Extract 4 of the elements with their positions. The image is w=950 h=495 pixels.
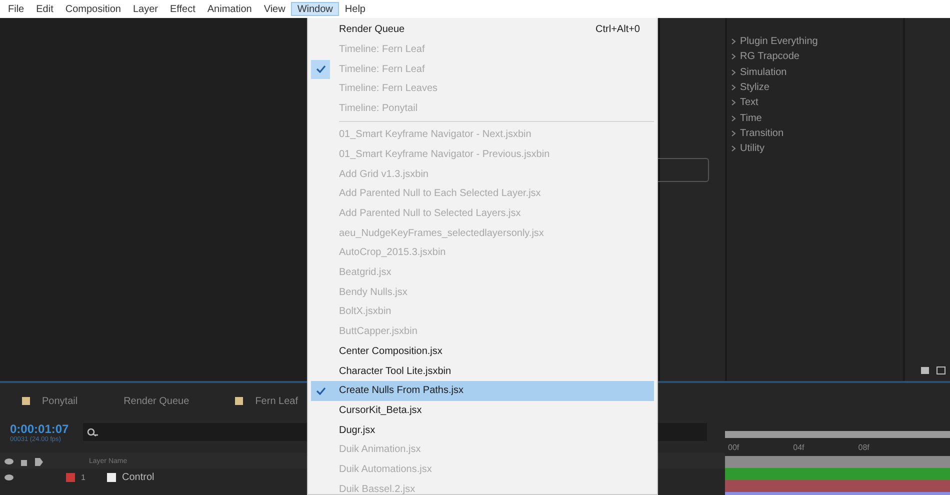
ruler-label: 00f: [728, 442, 740, 452]
layer-number: 1: [81, 472, 86, 482]
ruler-label: 08f: [858, 442, 870, 452]
ruler-label: 04f: [793, 442, 804, 452]
